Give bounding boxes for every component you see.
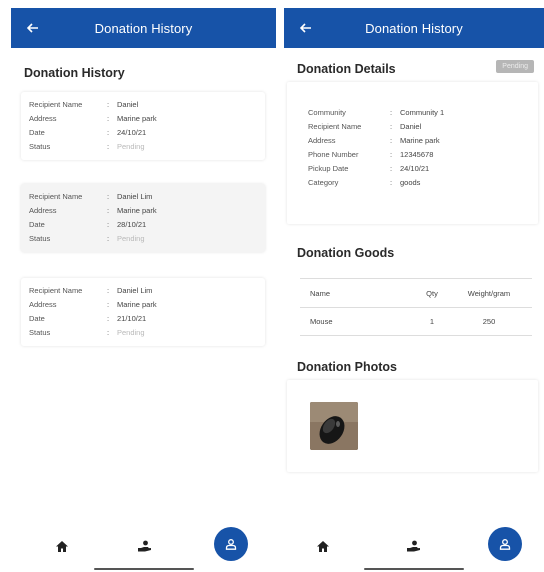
home-icon (317, 540, 329, 552)
column-header: Weight/gram (467, 288, 511, 298)
status-value: Pending (117, 142, 145, 151)
donation-photo[interactable] (310, 402, 358, 450)
donation-card[interactable]: Recipient Name: Daniel Lim Address: Marine… (21, 278, 265, 346)
column-header: Qty (426, 288, 438, 298)
status-value: Pending (117, 328, 145, 337)
nav-profile-button[interactable] (214, 527, 248, 561)
address-value: Marine park (117, 300, 157, 309)
back-button[interactable] (21, 8, 45, 48)
recipient-value: Daniel (400, 122, 422, 131)
donation-card[interactable]: Recipient Name: Daniel Address: Marine par… (21, 92, 265, 160)
donation-details-screen: Donation History Donation Details Pendin… (284, 8, 544, 572)
section-title: Donation History (24, 66, 125, 80)
status-label: Status (29, 234, 51, 243)
arrow-left-icon (300, 23, 311, 33)
arrow-left-icon (27, 23, 38, 33)
profile-icon (225, 539, 237, 550)
recipient-label: Recipient Name (29, 286, 83, 295)
pickup-date-label: Pickup Date (308, 164, 349, 173)
date-value: 24/10/21 (117, 128, 147, 137)
nav-profile-button[interactable] (488, 527, 522, 561)
goods-weight-cell: 250 (482, 317, 496, 326)
hand-person-icon (138, 540, 151, 552)
photos-title: Donation Photos (297, 360, 397, 374)
goods-title: Donation Goods (297, 246, 395, 260)
column-header: Name (310, 288, 331, 298)
date-label: Date (29, 128, 45, 137)
nav-home-button[interactable] (309, 534, 337, 558)
category-label: Category (308, 178, 339, 187)
recipient-label: Recipient Name (308, 122, 362, 131)
recipient-label: Recipient Name (29, 100, 83, 109)
profile-icon (499, 539, 511, 550)
goods-table: Name Qty Weight/gram Mouse 1 250 (300, 278, 532, 336)
date-value: 21/10/21 (117, 314, 147, 323)
app-bar-title: Donation History (94, 20, 193, 36)
recipient-value: Daniel Lim (117, 192, 153, 201)
address-value: Marine park (117, 206, 157, 215)
date-label: Date (29, 314, 45, 323)
hand-person-icon (407, 540, 420, 552)
address-label: Address (29, 206, 57, 215)
nav-donate-button[interactable] (400, 534, 428, 558)
nav-donate-button[interactable] (131, 534, 159, 558)
app-bar: Donation History (11, 8, 276, 48)
address-label: Address (29, 114, 57, 123)
table-header-row: Name Qty Weight/gram (300, 279, 532, 307)
phone-value: 12345678 (400, 150, 434, 159)
date-label: Date (29, 220, 45, 229)
details-list: Community: Community 1 Recipient Name: Dan… (308, 106, 528, 190)
status-label: Status (29, 328, 51, 337)
status-label: Status (29, 142, 51, 151)
community-label: Community (308, 108, 346, 117)
nav-home-button[interactable] (48, 534, 76, 558)
donation-history-screen: Donation History Donation History Recipi… (11, 8, 276, 572)
recipient-label: Recipient Name (29, 192, 83, 201)
details-title: Donation Details (297, 62, 396, 76)
mouse-photo (310, 402, 358, 450)
app-bar: Donation History (284, 8, 544, 48)
status-badge: Pending (496, 60, 534, 73)
home-indicator (364, 568, 464, 570)
bottom-nav (11, 522, 276, 572)
address-label: Address (308, 136, 336, 145)
donation-card[interactable]: Recipient Name: Daniel Lim Address: Marine… (21, 184, 265, 252)
date-value: 28/10/21 (117, 220, 147, 229)
pickup-date-value: 24/10/21 (400, 164, 430, 173)
app-bar-title: Donation History (365, 20, 463, 36)
table-row: Mouse 1 250 (300, 307, 532, 335)
home-indicator (93, 568, 194, 570)
community-value: Community 1 (400, 108, 445, 117)
address-value: Marine park (400, 136, 440, 145)
goods-qty-cell: 1 (429, 317, 435, 326)
category-value: goods (400, 178, 421, 187)
address-label: Address (29, 300, 57, 309)
address-value: Marine park (117, 114, 157, 123)
recipient-value: Daniel (117, 100, 139, 109)
goods-name-cell: Mouse (310, 317, 333, 326)
home-icon (56, 540, 68, 552)
phone-label: Phone Number (308, 150, 359, 159)
status-value: Pending (117, 234, 145, 243)
bottom-nav (284, 522, 544, 572)
recipient-value: Daniel Lim (117, 286, 153, 295)
back-button[interactable] (294, 8, 318, 48)
